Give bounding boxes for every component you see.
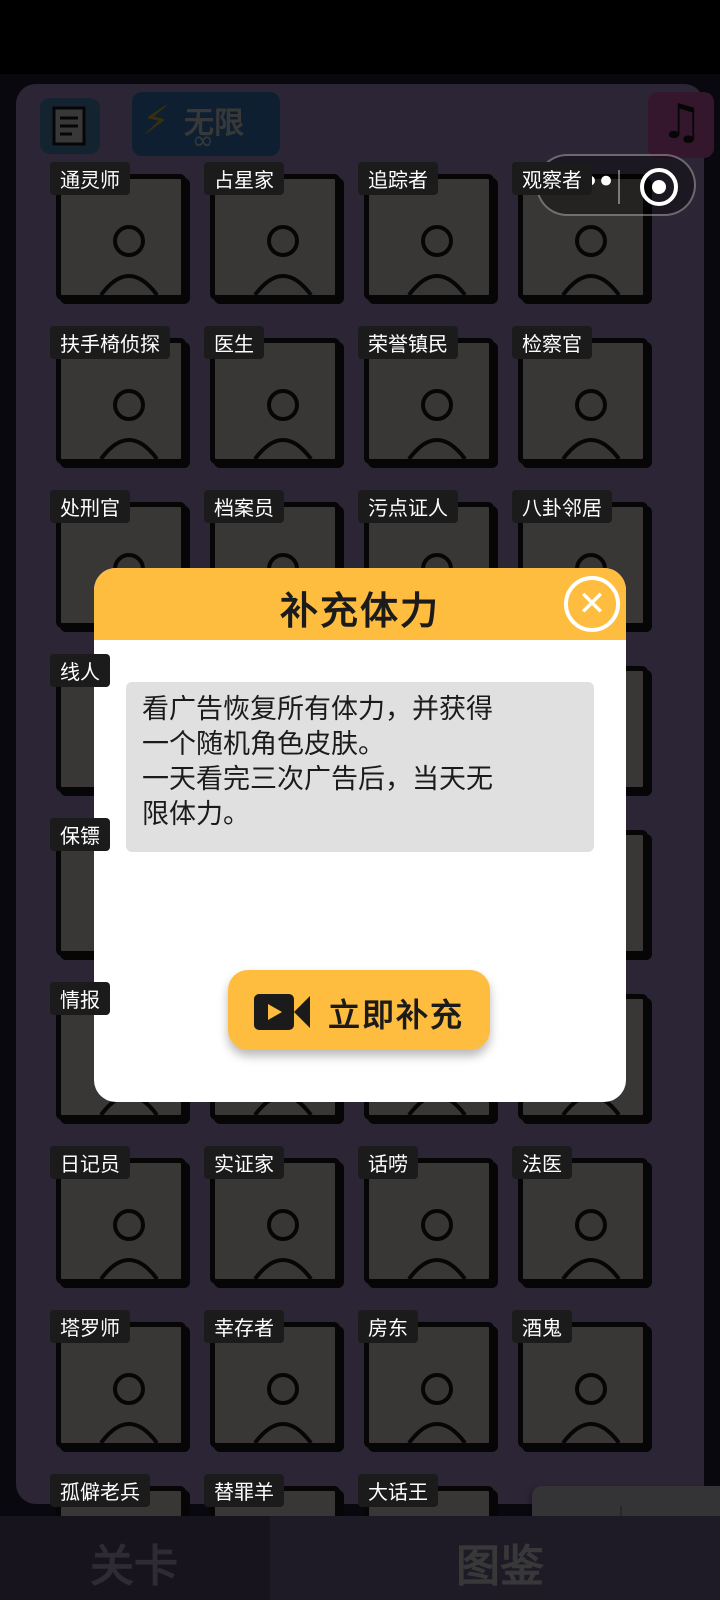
- description-line: 一天看完三次广告后，当天无: [142, 764, 493, 795]
- role-label: 塔罗师: [50, 1310, 130, 1343]
- role-label: 线人: [50, 654, 110, 687]
- role-label: 保镖: [50, 818, 110, 851]
- video-camera-lens: [294, 996, 310, 1028]
- exit-miniprogram-icon[interactable]: [640, 168, 678, 206]
- capsule-divider: [618, 170, 620, 204]
- role-label: 法医: [512, 1146, 572, 1179]
- description-line: 一个随机角色皮肤。: [142, 729, 385, 760]
- role-label: 污点证人: [358, 490, 458, 523]
- role-label: 孤僻老兵: [50, 1474, 150, 1507]
- role-label: 处刑官: [50, 490, 130, 523]
- role-label: 观察者: [512, 162, 592, 195]
- role-label: 房东: [358, 1310, 418, 1343]
- role-label: 实证家: [204, 1146, 284, 1179]
- role-label: 档案员: [204, 490, 284, 523]
- role-label: 扶手椅侦探: [50, 326, 170, 359]
- role-label: 占星家: [204, 162, 284, 195]
- role-label: 荣誉镇民: [358, 326, 458, 359]
- description-line: 限体力。: [142, 799, 250, 830]
- role-label: 酒鬼: [512, 1310, 572, 1343]
- role-label: 医生: [204, 326, 264, 359]
- role-label: 幸存者: [204, 1310, 284, 1343]
- refill-energy-dialog: 补充体力 ✕ 看广告恢复所有体力，并获得 一个随机角色皮肤。 一天看完三次广告后…: [94, 568, 626, 1102]
- refill-now-label: 立即补充: [328, 996, 465, 1034]
- role-label: 大话王: [358, 1474, 438, 1507]
- dialog-description: 看广告恢复所有体力，并获得 一个随机角色皮肤。 一天看完三次广告后，当天无 限体…: [126, 682, 594, 852]
- dialog-header: 补充体力 ✕: [94, 568, 626, 640]
- close-button[interactable]: ✕: [564, 576, 620, 632]
- role-label: 通灵师: [50, 162, 130, 195]
- role-label: 日记员: [50, 1146, 130, 1179]
- role-label: 八卦邻居: [512, 490, 612, 523]
- dialog-title: 补充体力: [279, 589, 440, 633]
- role-label: 替罪羊: [204, 1474, 284, 1507]
- role-label: 话唠: [358, 1146, 418, 1179]
- video-camera-icon: [254, 994, 294, 1030]
- description-line: 看广告恢复所有体力，并获得: [142, 694, 493, 725]
- close-icon: ✕: [577, 584, 607, 624]
- refill-now-button[interactable]: 立即补充: [228, 970, 490, 1050]
- role-label: 检察官: [512, 326, 592, 359]
- role-label: 追踪者: [358, 162, 438, 195]
- role-label: 情报: [50, 982, 110, 1015]
